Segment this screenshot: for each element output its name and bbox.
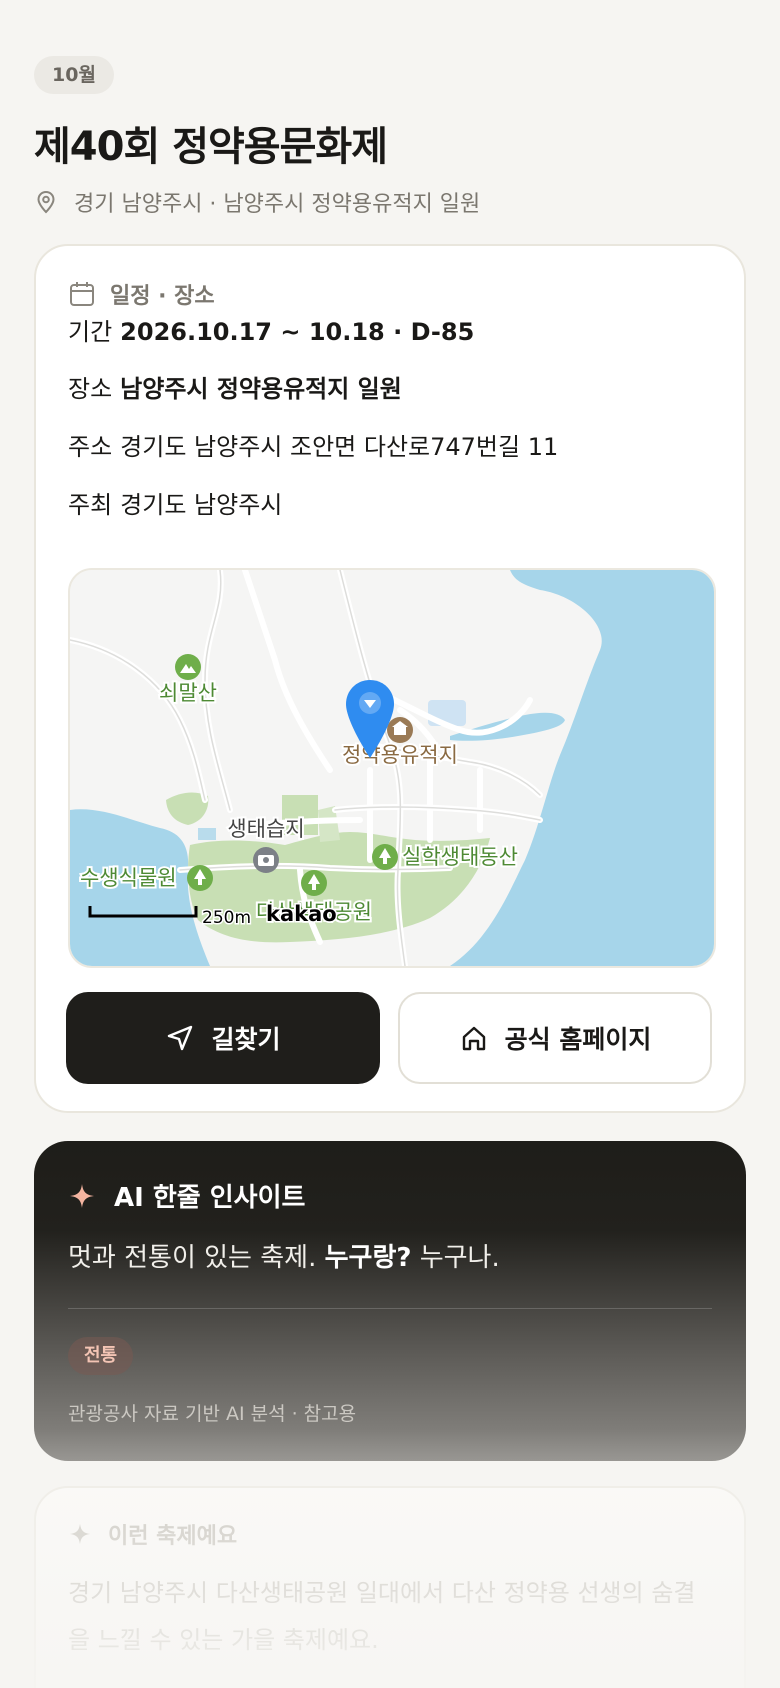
description-title: 이런 축제예요 xyxy=(108,1524,238,1549)
location-text: 경기 남양주시 · 남양주시 정약용유적지 일원 xyxy=(74,192,481,217)
calendar-icon xyxy=(70,282,94,306)
host-value: 경기도 남양주시 xyxy=(120,491,283,519)
description-heading: 이런 축제예요 xyxy=(68,1518,237,1550)
ai-insight-card: AI 한줄 인사이트 멋과 전통이 있는 축제. 누구랑? 누구나. 전통 관광… xyxy=(34,1141,746,1461)
venue-value: 남양주시 정약용유적지 일원 xyxy=(120,375,402,403)
divider xyxy=(68,1308,712,1309)
address-value: 경기도 남양주시 조안면 다산로747번길 11 xyxy=(120,433,559,461)
period-value: 2026.10.17 ~ 10.18 · D-85 xyxy=(120,318,475,346)
category-tag: 전통 xyxy=(68,1337,134,1375)
host-label: 주최 xyxy=(68,491,113,519)
card-heading: 일정 · 장소 xyxy=(68,278,215,310)
navigation-arrow-icon xyxy=(168,1025,193,1051)
ai-footnote: 관광공사 자료 기반 AI 분석 · 참고용 xyxy=(68,1403,357,1425)
homepage-button-label: 공식 홈페이지 xyxy=(504,1025,652,1054)
location-pin-icon xyxy=(37,190,55,214)
location-row: 경기 남양주시 · 남양주시 정약용유적지 일원 xyxy=(36,186,480,218)
action-buttons: 길찾기 공식 홈페이지 xyxy=(66,992,712,1084)
map-scale-label: 250m xyxy=(202,908,251,928)
month-badge: 10월 xyxy=(34,56,114,94)
mountain-icon[interactable] xyxy=(175,654,201,680)
venue-label: 장소 xyxy=(68,375,113,403)
card-heading-label: 일정 · 장소 xyxy=(110,284,215,309)
directions-button[interactable]: 길찾기 xyxy=(66,992,380,1084)
map-provider-logo: kakao xyxy=(266,902,337,926)
ai-insight-heading: AI 한줄 인사이트 xyxy=(68,1177,305,1214)
ai-insight-title: AI 한줄 인사이트 xyxy=(114,1183,306,1213)
map-label-site: 정약용유적지 xyxy=(342,743,458,767)
description-card: 이런 축제예요 경기 남양주시 다산생태공원 일대에서 다산 정약용 선생의 숨… xyxy=(34,1486,746,1688)
map-label-aquatic: 수생식물원 xyxy=(80,866,177,890)
period-row: 기간 2026.10.17 ~ 10.18 · D-85 xyxy=(68,312,474,347)
map-label-wetland: 생태습지 xyxy=(227,817,304,841)
address-row: 주소 경기도 남양주시 조안면 다산로747번길 11 xyxy=(68,427,558,462)
sparkle-icon xyxy=(69,1523,91,1545)
ai-insight-text-part1: 멋과 전통이 있는 축제. xyxy=(68,1243,317,1273)
ai-insight-text: 멋과 전통이 있는 축제. 누구랑? 누구나. xyxy=(68,1237,500,1274)
venue-row: 장소 남양주시 정약용유적지 일원 xyxy=(68,369,402,404)
location-map[interactable]: 쇠말산 정약용유적지 생태습지 수생식물원 다산생태공원 실학생태동산 250m… xyxy=(68,568,716,968)
schedule-card: 일정 · 장소 기간 2026.10.17 ~ 10.18 · D-85 장소 남양… xyxy=(34,244,746,1113)
directions-button-label: 길찾기 xyxy=(211,1025,281,1054)
map-label-hill: 실학생태동산 xyxy=(402,845,518,869)
ai-insight-text-part2: 누구나. xyxy=(419,1243,500,1273)
festival-detail-page: 10월 제40회 정약용문화제 경기 남양주시 · 남양주시 정약용유적지 일원… xyxy=(0,0,780,1688)
map-canvas[interactable]: 쇠말산 정약용유적지 생태습지 수생식물원 다산생태공원 실학생태동산 250m… xyxy=(70,570,714,966)
sparkle-icon xyxy=(70,1183,94,1208)
host-row: 주최 경기도 남양주시 xyxy=(68,485,282,520)
page-title: 제40회 정약용문화제 xyxy=(34,124,388,170)
period-label: 기간 xyxy=(68,318,113,346)
description-text: 경기 남양주시 다산생태공원 일대에서 다산 정약용 선생의 숨결을 느낄 수 … xyxy=(68,1579,696,1654)
homepage-button[interactable]: 공식 홈페이지 xyxy=(398,992,712,1084)
address-label: 주소 xyxy=(68,433,113,461)
ai-insight-text-bold: 누구랑? xyxy=(324,1243,412,1273)
map-label-mountain: 쇠말산 xyxy=(159,681,217,705)
home-icon xyxy=(462,1026,485,1051)
